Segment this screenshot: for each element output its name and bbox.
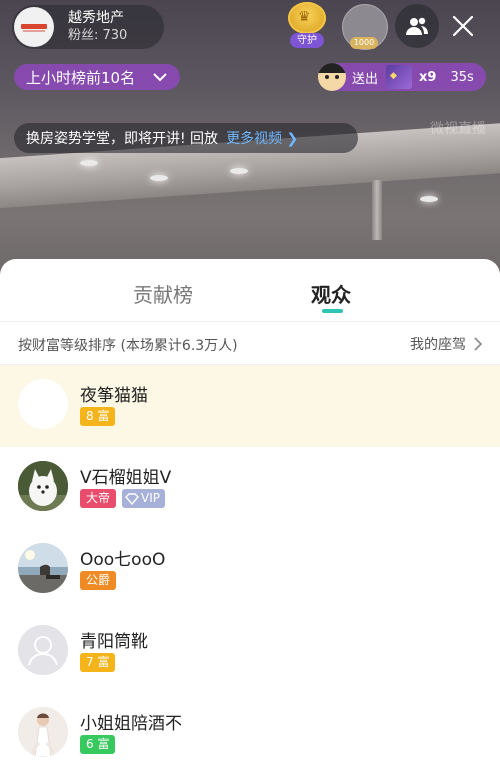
vip-label: VIP	[141, 491, 160, 505]
seaside-avatar-image	[18, 543, 68, 593]
audience-name: 夜筝猫猫	[80, 386, 148, 406]
audience-list-button[interactable]	[395, 4, 439, 48]
live-video-background: 微视直播 越秀地产 粉丝: 730 ♛ 守护 1000 上小时榜前10名 送出 …	[0, 0, 500, 290]
crown-icon: ♛	[288, 2, 326, 34]
watermark: 微视直播	[430, 121, 486, 137]
users-icon	[406, 17, 428, 35]
host-info-pill[interactable]: 越秀地产 粉丝: 730	[12, 5, 164, 49]
emperor-rank-badge: 大帝	[80, 489, 117, 508]
gift-count: x9	[419, 69, 437, 85]
audience-name: Ooo七ooO	[80, 550, 166, 570]
gift-timer: 35s	[450, 69, 474, 85]
audience-row[interactable]: 小姐姐陪酒不 6 富	[0, 693, 500, 775]
audience-name: V石榴姐姐V	[80, 468, 172, 488]
audience-name: 小姐姐陪酒不	[80, 714, 182, 734]
duke-rank-badge: 公爵	[80, 571, 117, 590]
wealth-level-badge: 6 富	[80, 735, 116, 754]
ceiling-light	[80, 160, 98, 166]
audience-row[interactable]: V石榴姐姐V 大帝 VIP	[0, 447, 500, 529]
gift-notification: 送出 ◆ x9 35s	[318, 63, 486, 91]
close-button[interactable]	[446, 8, 480, 44]
gift-icon: ◆	[386, 65, 413, 89]
tab-contribution-rank[interactable]: 贡献榜	[133, 279, 193, 308]
sheet-tabs: 贡献榜 观众	[0, 259, 500, 321]
host-avatar[interactable]	[14, 7, 54, 47]
audience-list: 夜筝猫猫 8 富 V石榴姐姐V 大帝 VIP Ooo七ooO 公爵 青阳筒靴 7…	[0, 365, 500, 775]
ceiling-fixture	[372, 180, 382, 240]
announcement-banner: 换房姿势学堂，即将开讲! 回放 更多视频 ❯	[14, 123, 358, 153]
avatar[interactable]	[18, 625, 68, 675]
hourly-rank-button[interactable]: 上小时榜前10名	[14, 64, 180, 90]
vip-badge: VIP	[122, 489, 165, 508]
audience-row[interactable]: Ooo七ooO 公爵	[0, 529, 500, 611]
chevron-down-icon	[153, 73, 167, 82]
my-seat-link[interactable]: 我的座驾	[410, 334, 482, 354]
viewer-level-badge: 1000	[350, 37, 378, 49]
tab-audience[interactable]: 观众	[311, 279, 351, 308]
my-seat-label: 我的座驾	[410, 337, 466, 353]
chevron-right-icon	[474, 337, 482, 351]
gift-sender-avatar	[318, 63, 346, 91]
guard-button[interactable]: ♛ 守护	[284, 2, 330, 48]
audience-sheet: 贡献榜 观众 按财富等级排序 (本场累计6.3万人) 我的座驾 夜筝猫猫 8 富	[0, 259, 500, 777]
host-fans-count: 粉丝: 730	[68, 28, 128, 43]
host-name: 越秀地产	[68, 10, 124, 26]
avatar[interactable]	[18, 707, 68, 757]
more-videos-link[interactable]: 更多视频 ❯	[226, 128, 298, 148]
ceiling-light	[150, 175, 168, 181]
white-dog-avatar-image	[18, 461, 68, 511]
audience-row[interactable]: 青阳筒靴 7 富	[0, 611, 500, 693]
guard-label: 守护	[290, 33, 324, 48]
audience-name: 青阳筒靴	[80, 632, 148, 652]
ceiling-light	[230, 168, 248, 174]
gift-send-label: 送出	[352, 71, 379, 87]
diamond-icon	[125, 492, 139, 505]
announcement-text: 换房姿势学堂，即将开讲! 回放	[26, 131, 219, 147]
audience-row[interactable]: 夜筝猫猫 8 富	[0, 365, 500, 447]
woman-avatar-image	[18, 707, 68, 757]
default-person-icon	[18, 625, 68, 675]
close-icon	[452, 15, 474, 37]
sort-bar: 按财富等级排序 (本场累计6.3万人) 我的座驾	[0, 321, 500, 365]
ceiling-light	[420, 196, 438, 202]
wealth-level-badge: 7 富	[80, 653, 116, 672]
avatar[interactable]	[18, 543, 68, 593]
wealth-level-badge: 8 富	[80, 407, 116, 426]
active-tab-indicator	[322, 309, 343, 313]
hourly-rank-label: 上小时榜前10名	[26, 68, 136, 87]
sort-description: 按财富等级排序 (本场累计6.3万人)	[18, 338, 238, 354]
avatar[interactable]	[18, 379, 68, 429]
avatar[interactable]	[18, 461, 68, 511]
